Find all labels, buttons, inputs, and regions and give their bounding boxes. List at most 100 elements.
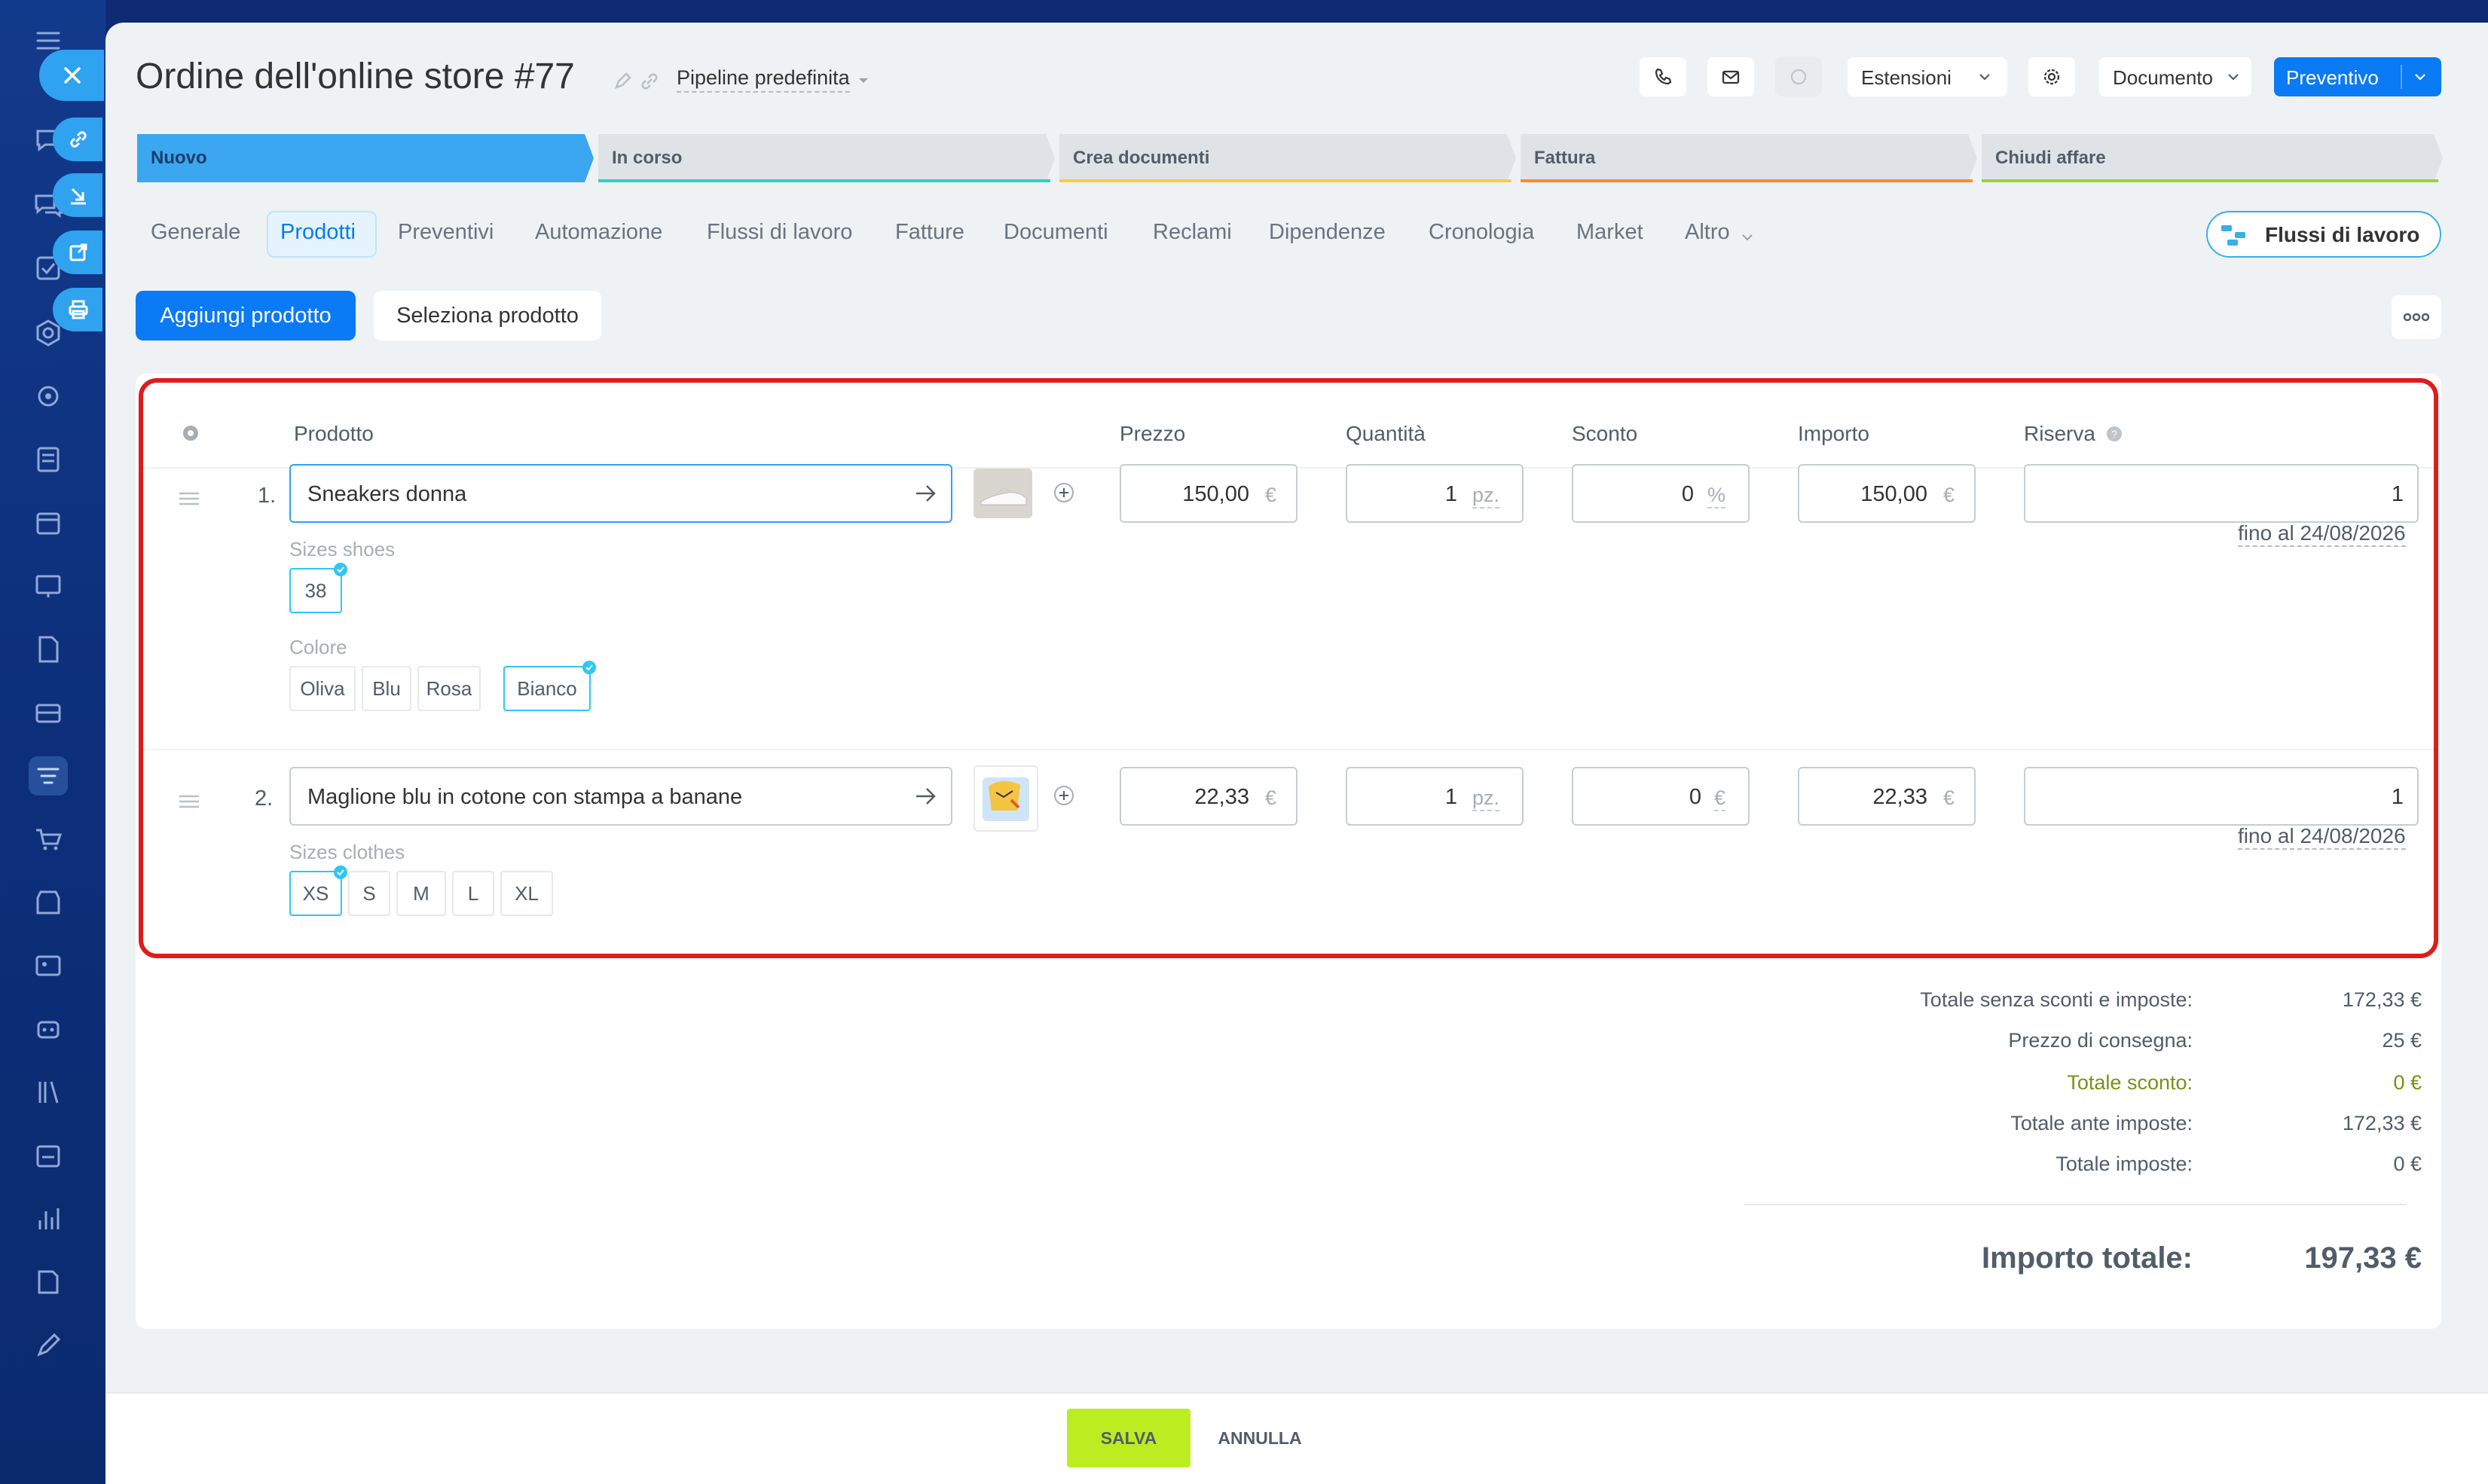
- amount-input[interactable]: 22,33 €: [1798, 767, 1976, 826]
- inbox-icon[interactable]: [29, 693, 68, 732]
- amount-unit: €: [1942, 484, 1955, 506]
- tab-automazione[interactable]: Automazione: [535, 220, 662, 245]
- document-icon[interactable]: [29, 630, 68, 669]
- print-button[interactable]: [53, 288, 102, 331]
- crm-funnel-icon[interactable]: [29, 756, 68, 795]
- drag-handle-icon[interactable]: [178, 491, 200, 506]
- discount-input[interactable]: 0 €: [1572, 767, 1750, 826]
- product-thumbnail[interactable]: [973, 469, 1032, 518]
- open-new-window-button[interactable]: [53, 231, 102, 274]
- table-settings-gear-icon[interactable]: [179, 422, 202, 444]
- chat-button[interactable]: [1775, 57, 1822, 96]
- amount-input[interactable]: 150,00 €: [1798, 464, 1976, 523]
- property-label-colore: Colore: [289, 636, 347, 658]
- add-variant-plus-icon[interactable]: [1053, 785, 1074, 806]
- stage-chiudi-affare[interactable]: Chiudi affare: [1982, 134, 2443, 182]
- add-product-button[interactable]: Aggiungi prodotto: [136, 291, 356, 340]
- arrow-right-icon[interactable]: [915, 484, 937, 503]
- contacts-icon[interactable]: [29, 946, 68, 985]
- tab-flussi-di-lavoro[interactable]: Flussi di lavoro: [707, 220, 852, 245]
- tab-generale[interactable]: Generale: [151, 220, 240, 245]
- stage-label: Chiudi affare: [1995, 148, 2106, 168]
- product-thumbnail[interactable]: [973, 765, 1038, 832]
- tab-prodotti[interactable]: Prodotti: [280, 220, 356, 245]
- row-number: 1.: [258, 484, 277, 508]
- tab-preventivi[interactable]: Preventivi: [398, 220, 494, 245]
- stage-in-corso[interactable]: In corso: [598, 134, 1055, 182]
- workflow-button[interactable]: Flussi di lavoro: [2206, 211, 2441, 258]
- tab-reclami[interactable]: Reclami: [1153, 220, 1232, 245]
- tab-dipendenze[interactable]: Dipendenze: [1269, 220, 1386, 245]
- discount-input[interactable]: 0 %: [1572, 464, 1750, 523]
- close-button[interactable]: [39, 50, 104, 101]
- call-button[interactable]: [1640, 57, 1686, 96]
- stage-fattura[interactable]: Fattura: [1521, 134, 1977, 182]
- total-label: Totale senza sconti e imposte:: [1920, 988, 2193, 1011]
- quantity-unit[interactable]: pz.: [1472, 484, 1499, 508]
- cancel-button[interactable]: ANNULLA: [1206, 1409, 1314, 1467]
- quantity-input[interactable]: 1 pz.: [1346, 464, 1524, 523]
- workflow-icon: [2221, 225, 2245, 246]
- pipeline-selector[interactable]: Pipeline predefinita: [677, 66, 850, 93]
- product-name-input[interactable]: Sneakers donna: [289, 464, 952, 523]
- size-option-xl[interactable]: XL: [500, 871, 553, 916]
- color-option-blu[interactable]: Blu: [362, 666, 411, 711]
- tab-altro[interactable]: Altro: [1685, 220, 1730, 245]
- tab-market[interactable]: Market: [1576, 220, 1643, 245]
- extensions-dropdown[interactable]: Estensioni: [1848, 57, 2007, 96]
- color-option-oliva[interactable]: Oliva: [289, 666, 356, 711]
- chevron-down-icon[interactable]: [1741, 231, 1754, 244]
- reserve-input[interactable]: 1: [2024, 464, 2419, 523]
- save-button[interactable]: SALVA: [1067, 1409, 1191, 1467]
- document-dropdown[interactable]: Documento: [2099, 57, 2251, 96]
- size-option-l[interactable]: L: [452, 871, 494, 916]
- pen-icon[interactable]: [29, 1326, 68, 1365]
- stage-crea-documenti[interactable]: Crea documenti: [1059, 134, 1516, 182]
- copy-link-icon[interactable]: [639, 71, 660, 92]
- page-title: Ordine dell'online store #77: [136, 56, 575, 96]
- reserve-input[interactable]: 1: [2024, 767, 2419, 826]
- email-button[interactable]: [1707, 57, 1754, 96]
- library-icon[interactable]: [29, 1073, 68, 1112]
- stage-nuovo[interactable]: Nuovo: [137, 134, 594, 182]
- tab-documenti[interactable]: Documenti: [1004, 220, 1108, 245]
- product-name-input[interactable]: Maglione blu in cotone con stampa a bana…: [289, 767, 952, 826]
- size-option-m[interactable]: M: [396, 871, 446, 916]
- discount-unit[interactable]: €: [1713, 786, 1725, 811]
- quote-button[interactable]: Preventivo: [2274, 57, 2441, 96]
- select-product-button[interactable]: Seleziona prodotto: [374, 291, 601, 340]
- settings-button[interactable]: [2028, 57, 2075, 96]
- settings-gear-icon[interactable]: [29, 377, 68, 416]
- robot-icon[interactable]: [29, 1009, 68, 1049]
- size-option-s[interactable]: S: [348, 871, 390, 916]
- minimize-button[interactable]: [53, 173, 102, 217]
- drag-handle-icon[interactable]: [178, 794, 200, 809]
- news-icon[interactable]: [29, 440, 68, 479]
- store-icon[interactable]: [29, 883, 68, 922]
- copy-link-button[interactable]: [53, 118, 102, 161]
- product-name-value: Sneakers donna: [307, 482, 467, 506]
- sign-icon[interactable]: [29, 1263, 68, 1302]
- price-input[interactable]: 150,00 €: [1120, 464, 1297, 523]
- schedule-icon[interactable]: [29, 1136, 68, 1175]
- reserve-until-date[interactable]: fino al 24/08/2026: [2238, 521, 2406, 547]
- quantity-input[interactable]: 1 pz.: [1346, 767, 1524, 826]
- arrow-right-icon[interactable]: [915, 786, 937, 806]
- presentation-icon[interactable]: [29, 566, 68, 606]
- calendar-icon[interactable]: [29, 503, 68, 542]
- more-options-button[interactable]: [2392, 295, 2441, 339]
- add-variant-plus-icon[interactable]: [1053, 482, 1074, 503]
- color-option-bianco[interactable]: Bianco: [503, 666, 591, 711]
- edit-title-icon[interactable]: [612, 71, 633, 92]
- color-option-rosa[interactable]: Rosa: [417, 666, 481, 711]
- help-icon[interactable]: ?: [2105, 425, 2123, 443]
- chevron-down-icon[interactable]: [857, 77, 870, 84]
- cart-icon[interactable]: [29, 820, 68, 859]
- tab-fatture[interactable]: Fatture: [895, 220, 964, 245]
- price-input[interactable]: 22,33 €: [1120, 767, 1297, 826]
- quantity-unit[interactable]: pz.: [1472, 786, 1499, 811]
- reserve-until-date[interactable]: fino al 24/08/2026: [2238, 824, 2406, 850]
- discount-unit[interactable]: %: [1707, 484, 1725, 508]
- tab-cronologia[interactable]: Cronologia: [1429, 220, 1534, 245]
- analytics-icon[interactable]: [29, 1199, 68, 1238]
